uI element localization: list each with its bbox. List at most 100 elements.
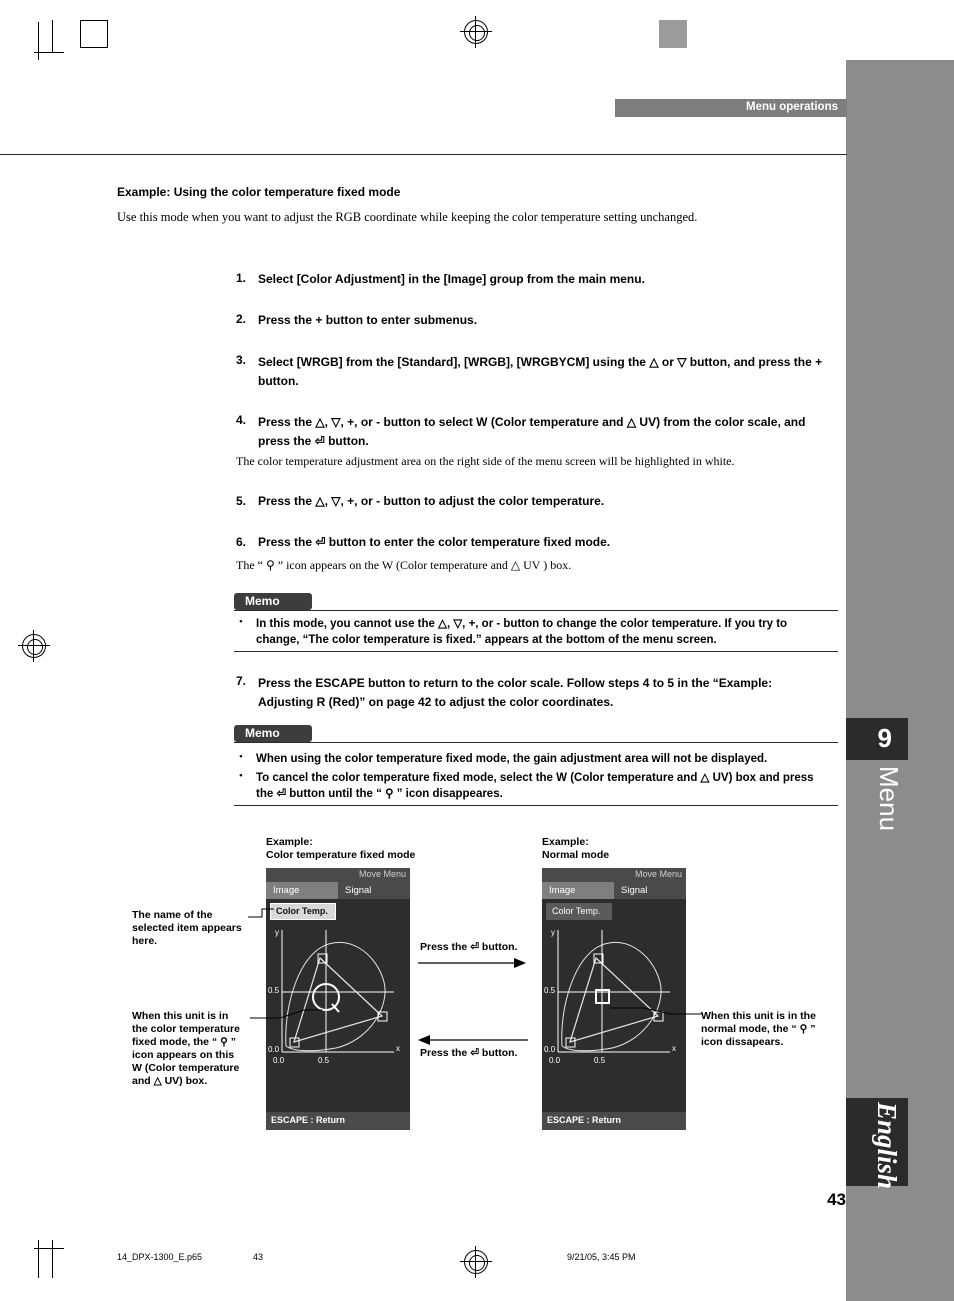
osd-left-tick-y-05: 0.5 [268,986,280,995]
swatch [80,20,108,48]
osd-right-tick-x-05: 0.5 [594,1056,606,1065]
step-6-number: 6. [236,535,247,549]
step-2-number: 2. [236,312,247,326]
osd-right-axis-x: x [672,1044,676,1053]
figure-left-caption-line2: Color temperature fixed mode [266,849,416,861]
osd-left-axis-x: x [396,1044,400,1053]
memo-1-rule-bottom [234,651,838,652]
step-4-text: Press the △, ▽, +, or - button to select… [258,415,806,448]
right-column-white-top [846,0,954,60]
note-after-step-4: The color temperature adjustment area on… [236,454,735,468]
memo-2-tab: Memo [234,725,312,742]
figure-arrow-bottom [418,1035,528,1045]
memo-2-rule-bottom [234,805,838,806]
header-rule [0,154,847,155]
osd-right-escape-bar: ESCAPE : Return [542,1112,686,1130]
step-3-text: Select [WRGB] from the [Standard], [WRGB… [258,355,823,388]
osd-left-tabrow: Image Signal [266,882,410,899]
callout-left-top-leader [248,908,274,918]
step-6-text: Press the ⏎ button to enter the color te… [258,535,611,549]
section-header-label: Menu operations [745,101,838,113]
memo-2-rule-top [234,742,838,743]
crop-mark-tl2-v [38,22,39,60]
example-intro: Use this mode when you want to adjust th… [117,210,698,224]
step-1-number: 1. [236,271,247,285]
figure-right-caption-line2: Normal mode [542,849,610,861]
registration-mark-left [18,630,50,662]
callout-left-top: The name of the selected item appears he… [132,909,242,947]
callout-left-bottom: When this unit is in the color temperatu… [132,1010,240,1087]
figure-left-caption-line1: Example: [266,836,313,848]
figure-arrow-bottom-label: Press the ⏎ button. [420,1047,518,1059]
osd-left-tab-signal-label: Signal [345,885,372,896]
page-number: 43 [827,1190,846,1209]
osd-left-escape-label: ESCAPE : Return [271,1115,346,1125]
callout-right: When this unit is in the normal mode, th… [701,1010,816,1048]
osd-left-escape-bar: ESCAPE : Return [266,1112,410,1130]
note-after-step-6: The “ ⚲ ” icon appears on the W (Color t… [236,558,572,572]
osd-left-selected-item-label: Color Temp. [276,906,328,916]
example-title: Example: Using the color temperature fix… [117,185,401,199]
osd-screen-left: Move Menu Image Signal Color Temp. y x 0… [266,868,410,1130]
osd-left-selected-item[interactable]: Color Temp. [270,903,336,920]
step-5-text: Press the △, ▽, +, or - button to adjust… [258,494,605,508]
memo-1-rule-top [234,610,838,611]
osd-left-tick-y-00: 0.0 [268,1045,280,1054]
swatch [659,20,687,48]
osd-right-escape-label: ESCAPE : Return [547,1115,622,1125]
osd-right-titlebar: Move Menu [542,868,686,882]
callout-left-bottom-leader [250,1009,322,1019]
footer-file: 14_DPX-1300_E.p65 [117,1252,203,1262]
step-1-text: Select [Color Adjustment] in the [Image]… [258,272,645,286]
step-7-number: 7. [236,674,247,688]
figure-right-caption-line1: Example: [542,836,589,848]
osd-left-titlebar-label: Move Menu [358,869,406,879]
memo-2-bullet-1: When using the color temperature fixed m… [256,753,768,765]
language-label: English [872,1102,902,1190]
osd-right-titlebar-label: Move Menu [634,869,682,879]
crop-mark-bl2-v [52,1240,53,1278]
section-header-bar: Menu operations [615,99,847,117]
step-4-number: 4. [236,413,247,427]
step-3-number: 3. [236,353,247,367]
osd-right-tick-x-00: 0.0 [549,1056,561,1065]
chapter-label: Menu [874,766,904,832]
osd-right-selected-item[interactable]: Color Temp. [546,903,612,920]
step-7-text: Press the ESCAPE button to return to the… [258,676,773,709]
osd-right-tick-y-05: 0.5 [544,986,556,995]
osd-right-tick-y-00: 0.0 [544,1045,556,1054]
osd-right-tabrow: Image Signal [542,882,686,899]
osd-left-tick-x-05: 0.5 [318,1056,330,1065]
registration-mark-bottom [460,1246,492,1278]
osd-left-titlebar: Move Menu [266,868,410,882]
step-2-text: Press the + button to enter submenus. [258,313,478,327]
figure-arrow-top-label: Press the ⏎ button. [420,941,518,953]
osd-left-tab-image-label: Image [273,885,300,896]
memo-1-bullet-1: In this mode, you cannot use the △, ▽, +… [256,618,788,646]
page: 9 Menu English Menu operations Example: … [0,0,954,1301]
osd-right-tab-signal-label: Signal [621,885,648,896]
footer-page: 43 [253,1252,264,1262]
crop-mark-bl-v [38,1240,39,1278]
osd-right-axis-y: y [551,928,555,937]
osd-screen-right: Move Menu Image Signal Color Temp. y x 0… [542,868,686,1130]
osd-left-tick-x-00: 0.0 [273,1056,285,1065]
osd-left-axis-y: y [275,928,279,937]
memo-2-bullet-1-marker: • [239,751,243,763]
footer-date: 9/21/05, 3:45 PM [567,1252,636,1262]
callout-right-leader [610,1007,702,1015]
crop-mark-bl-h [34,1248,64,1249]
memo-1-bullet-marker: • [239,616,243,628]
crop-mark-tl-v [52,20,53,52]
step-5-number: 5. [236,494,247,508]
memo-1-tab: Memo [234,593,312,610]
osd-right-tab-image-label: Image [549,885,576,896]
memo-2-bullet-2-marker: • [239,770,243,782]
memo-2-label: Memo [245,726,280,740]
osd-right-selected-item-label: Color Temp. [552,906,601,916]
memo-1-label: Memo [245,594,280,608]
registration-mark-top [460,16,492,48]
memo-2-bullet-2: To cancel the color temperature fixed mo… [256,772,814,800]
chapter-number: 9 [877,723,892,753]
figure-arrow-top [418,958,526,968]
